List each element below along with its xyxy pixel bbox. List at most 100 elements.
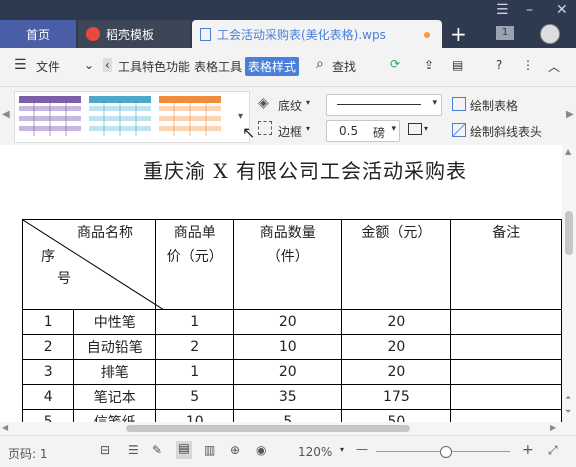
more-icon[interactable]: ⋮	[522, 58, 534, 72]
cell-name[interactable]: 排笔	[73, 359, 157, 385]
edit-mode-icon[interactable]: ✎	[152, 443, 162, 457]
document-canvas[interactable]: 重庆渝 X 有限公司工会活动采购表 商品名称 序 号 商品单 价（元） 商品数量…	[0, 145, 562, 435]
zoom-dropdown-icon[interactable]: ▾	[340, 445, 344, 454]
cell-name[interactable]: 中性笔	[73, 309, 157, 335]
tab-template[interactable]: 稻壳模板	[78, 20, 190, 48]
cell-no[interactable]: 4	[21, 384, 75, 410]
cell-amount[interactable]: 175	[341, 384, 452, 410]
diagonal-header-cell[interactable]: 商品名称 序 号	[21, 219, 164, 310]
minimize-icon[interactable]: –	[526, 2, 533, 18]
scroll-left-arrow-icon[interactable]: ◀	[2, 423, 8, 432]
cell-remark[interactable]	[450, 359, 562, 385]
scroll-left-icon[interactable]: ‹	[103, 58, 112, 72]
page-count-badge[interactable]: 1	[496, 26, 514, 40]
zoom-in-icon[interactable]: +	[522, 442, 534, 458]
outline-view-icon[interactable]: ☰	[128, 443, 139, 457]
draw-diagonal-button[interactable]: 绘制斜线表头	[470, 123, 542, 140]
table-style-orange[interactable]	[159, 96, 221, 136]
draw-table-icon[interactable]	[452, 97, 466, 111]
tab-home[interactable]: 首页	[0, 20, 76, 48]
web-view-icon[interactable]: ⊕	[230, 443, 240, 457]
file-menu[interactable]: 文件	[36, 58, 60, 75]
table-style-purple[interactable]	[19, 96, 81, 136]
vertical-scrollbar[interactable]: ▲ ⏶ ⏷	[562, 145, 576, 435]
fullscreen-icon[interactable]: ⤢	[548, 443, 558, 458]
ribbon-scroll-left-icon[interactable]: ◀	[2, 109, 10, 120]
purchase-table[interactable]: 商品名称 序 号 商品单 价（元） 商品数量 （件） 金额（元） 备注 1 中性…	[21, 219, 562, 435]
cell-qty[interactable]: 20	[233, 359, 343, 385]
hamburger-icon[interactable]: ☰	[14, 57, 27, 73]
cell-remark[interactable]	[450, 384, 562, 410]
cell-amount[interactable]: 20	[341, 359, 452, 385]
line-color-icon[interactable]	[408, 123, 422, 135]
header-amount[interactable]: 金额（元）	[341, 219, 452, 310]
menu-icon[interactable]: ☰	[496, 2, 509, 18]
border-dropdown-icon[interactable]: ▾	[306, 124, 310, 133]
spellcheck-icon[interactable]: ⊟	[100, 443, 110, 457]
cell-price[interactable]: 1	[155, 359, 235, 385]
cell-amount[interactable]: 20	[341, 334, 452, 360]
cell-qty[interactable]: 35	[233, 384, 343, 410]
zoom-level[interactable]: 120%	[298, 445, 332, 459]
header-unit-price[interactable]: 商品单 价（元）	[155, 219, 235, 310]
line-color-dropdown-icon[interactable]: ▾	[424, 124, 428, 133]
shading-icon[interactable]: ◈	[258, 95, 269, 111]
zoom-slider-handle[interactable]	[440, 446, 452, 458]
cell-no[interactable]: 3	[21, 359, 75, 385]
cell-qty[interactable]: 10	[233, 334, 343, 360]
cell-price[interactable]: 1	[155, 309, 235, 335]
shading-dropdown-icon[interactable]: ▾	[306, 98, 310, 107]
next-page-icon[interactable]: ⏷	[565, 407, 571, 417]
close-icon[interactable]: ✕	[556, 2, 568, 18]
menu-table-style[interactable]: 表格样式	[245, 57, 300, 76]
read-view-icon[interactable]: ▥	[204, 443, 215, 457]
zoom-out-icon[interactable]: —	[356, 442, 368, 456]
share-icon[interactable]: ⇪	[424, 58, 434, 72]
search-icon[interactable]: ⌕	[316, 56, 324, 72]
cell-name[interactable]: 笔记本	[73, 384, 157, 410]
header-quantity[interactable]: 商品数量 （件）	[233, 219, 343, 310]
cell-no[interactable]: 1	[21, 309, 75, 335]
cell-remark[interactable]	[450, 309, 562, 335]
line-width-select[interactable]: 0.5 磅 ▾	[326, 120, 400, 142]
search-label[interactable]: 查找	[332, 58, 356, 75]
new-tab-icon[interactable]: +	[450, 22, 467, 46]
page-view-icon[interactable]: ▤	[176, 441, 192, 459]
border-button[interactable]: 边框	[278, 123, 302, 140]
tab-document[interactable]: 工会活动采购表(美化表格).wps	[192, 20, 442, 48]
draw-diagonal-icon[interactable]	[452, 123, 466, 137]
scroll-right-arrow-icon[interactable]: ▶	[550, 423, 556, 432]
page-indicator[interactable]: 页码: 1	[8, 445, 48, 462]
cell-amount[interactable]: 20	[341, 309, 452, 335]
header-unit-price-line1: 商品单	[173, 225, 216, 241]
cell-no[interactable]: 2	[21, 334, 75, 360]
cloud-sync-icon[interactable]: ⟳	[390, 57, 400, 71]
vertical-scroll-thumb[interactable]	[565, 211, 573, 255]
shading-button[interactable]: 底纹	[278, 97, 302, 114]
cell-qty[interactable]: 20	[233, 309, 343, 335]
horizontal-scroll-thumb[interactable]	[126, 425, 410, 432]
collapse-ribbon-icon[interactable]: ︿	[548, 58, 560, 75]
save-icon[interactable]: ▤	[452, 58, 463, 72]
scroll-up-icon[interactable]: ▲	[565, 147, 571, 156]
border-icon[interactable]	[258, 121, 272, 135]
ribbon-scroll-right-icon[interactable]: ▶	[566, 109, 574, 120]
menu-features[interactable]: 特色功能	[142, 58, 190, 75]
cell-price[interactable]: 2	[155, 334, 235, 360]
eye-protection-icon[interactable]: ◉	[256, 443, 266, 457]
help-icon[interactable]: ?	[496, 58, 502, 72]
gallery-expand-icon[interactable]: ▾	[238, 111, 243, 122]
menu-table-tools[interactable]: 表格工具	[194, 58, 242, 75]
header-remark[interactable]: 备注	[450, 219, 562, 310]
table-style-blue[interactable]	[89, 96, 151, 136]
line-style-select[interactable]: ▾	[326, 94, 442, 116]
cell-name[interactable]: 自动铅笔	[73, 334, 157, 360]
horizontal-scrollbar[interactable]: ◀ ▶	[0, 422, 562, 435]
avatar[interactable]	[540, 24, 560, 44]
cell-remark[interactable]	[450, 334, 562, 360]
draw-table-button[interactable]: 绘制表格	[470, 97, 518, 114]
menu-tools[interactable]: 工具	[118, 58, 142, 75]
chevron-down-icon[interactable]: ⌄	[84, 58, 94, 72]
cell-price[interactable]: 5	[155, 384, 235, 410]
prev-page-icon[interactable]: ⏶	[565, 393, 571, 403]
